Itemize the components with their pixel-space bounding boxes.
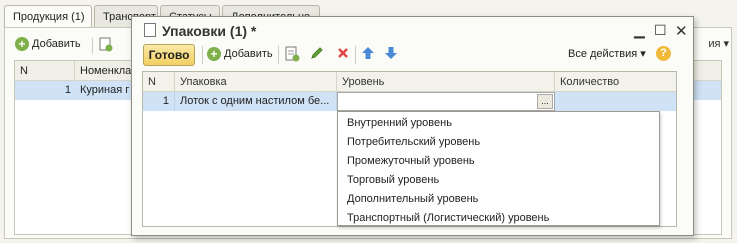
- column-header-quantity[interactable]: Количество: [555, 72, 676, 92]
- toolbar-separator: [278, 46, 279, 64]
- ready-button[interactable]: Готово: [143, 44, 195, 66]
- dropdown-option[interactable]: Потребительский уровень: [338, 133, 659, 152]
- tab-products[interactable]: Продукция (1): [4, 5, 92, 28]
- dropdown-option[interactable]: Внутренний уровень: [338, 114, 659, 133]
- document-icon: [144, 23, 156, 37]
- column-header-level[interactable]: Уровень: [337, 72, 555, 92]
- dialog-title-bar: Упаковки (1) * ▁ ☐ ✕: [132, 17, 693, 43]
- add-label: Добавить: [224, 47, 273, 60]
- level-dropdown-list: Внутренний уровень Потребительский урове…: [337, 111, 660, 226]
- plus-circle-icon: +: [207, 47, 221, 61]
- table-row[interactable]: 1 Лоток с одним настилом бе... ...: [143, 92, 676, 111]
- toolbar-separator: [355, 46, 356, 64]
- delete-icon[interactable]: [336, 46, 350, 60]
- background-all-actions[interactable]: ия ▾: [708, 37, 729, 50]
- copy-icon[interactable]: [285, 46, 300, 62]
- column-header-n[interactable]: N: [143, 72, 175, 92]
- add-label: Добавить: [32, 37, 81, 50]
- level-input[interactable]: ...: [337, 92, 555, 111]
- copy-icon[interactable]: [99, 37, 113, 52]
- dropdown-option[interactable]: Дополнительный уровень: [338, 190, 659, 209]
- move-up-icon[interactable]: [361, 46, 375, 60]
- help-button[interactable]: ?: [656, 46, 671, 61]
- column-header-n[interactable]: N: [15, 61, 75, 81]
- edit-pencil-icon[interactable]: [310, 46, 324, 60]
- row-packaging[interactable]: Лоток с одним настилом бе...: [175, 92, 337, 111]
- toolbar-separator: [202, 46, 203, 64]
- dropdown-option[interactable]: Торговый уровень: [338, 171, 659, 190]
- all-actions-menu[interactable]: Все действия ▾: [568, 47, 646, 60]
- maximize-icon[interactable]: ☐: [654, 22, 667, 39]
- minimize-icon[interactable]: ▁: [634, 22, 645, 39]
- row-number: 1: [143, 92, 175, 111]
- dropdown-option[interactable]: Промежуточный уровень: [338, 152, 659, 171]
- add-button[interactable]: + Добавить: [207, 47, 273, 61]
- help-icon: ?: [656, 46, 671, 61]
- dropdown-option[interactable]: Транспортный (Логистический) уровень: [338, 209, 659, 228]
- background-add-button[interactable]: + Добавить: [15, 37, 81, 51]
- toolbar-separator: [92, 38, 93, 54]
- row-quantity[interactable]: [555, 92, 676, 111]
- move-down-icon[interactable]: [384, 46, 398, 60]
- dialog-toolbar: Готово + Добавить Все действия ▾ ?: [140, 43, 687, 67]
- close-icon[interactable]: ✕: [675, 22, 688, 40]
- select-button[interactable]: ...: [537, 94, 553, 109]
- row-number: 1: [64, 84, 71, 96]
- column-header-packaging[interactable]: Упаковка: [175, 72, 337, 92]
- plus-circle-icon: +: [15, 37, 29, 51]
- dialog-title: Упаковки (1) *: [162, 23, 257, 39]
- tab-label: Продукция (1): [13, 11, 85, 23]
- row-nomenclature: Куриная г: [80, 84, 130, 96]
